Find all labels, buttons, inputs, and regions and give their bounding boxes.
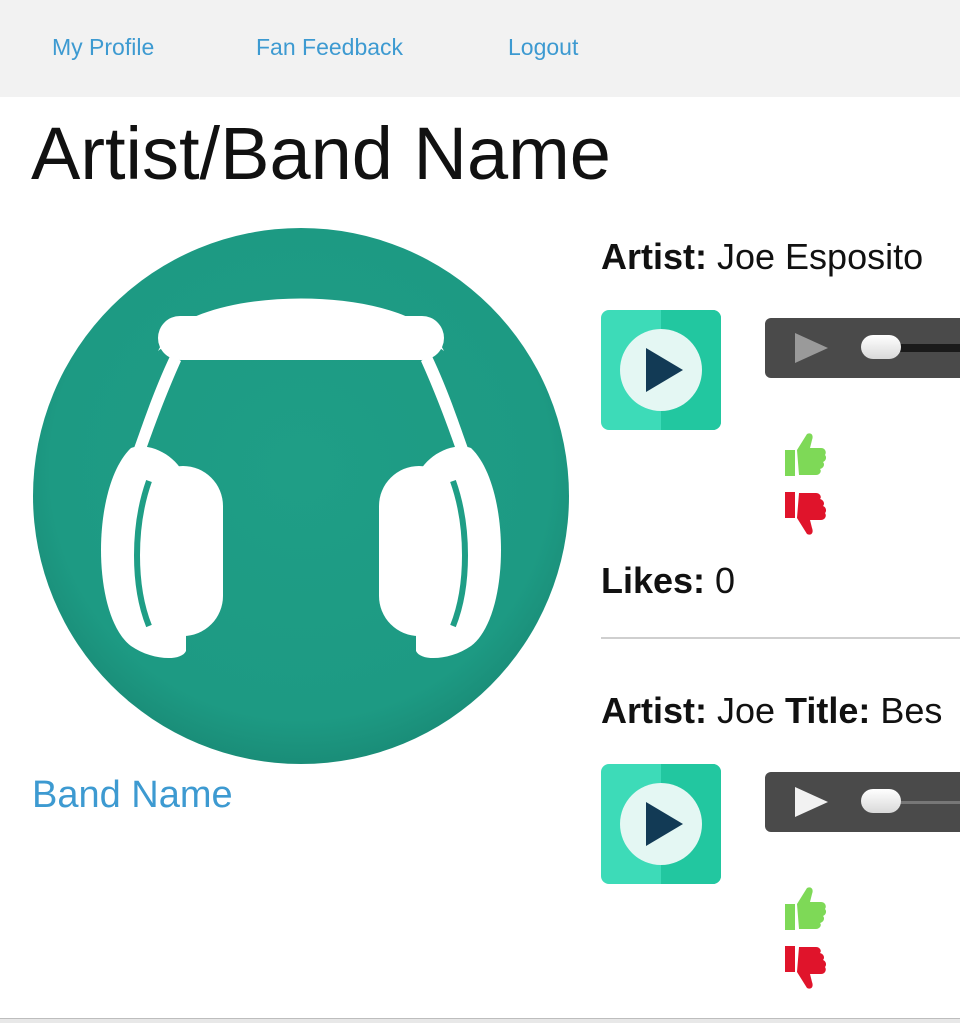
likes-value: 0 <box>705 560 736 596</box>
nav-my-profile[interactable]: My Profile <box>52 32 154 62</box>
title-value: Bes <box>870 690 943 731</box>
audio-play-icon[interactable] <box>795 787 828 817</box>
song-entry: Artist: Joe Title: Bes Likes: 0 <box>601 690 960 1023</box>
thumbs-down-icon[interactable] <box>777 488 829 540</box>
song-divider <box>601 637 960 639</box>
audio-play-icon[interactable] <box>795 333 828 363</box>
nav-logout[interactable]: Logout <box>508 32 578 62</box>
song-entry: Artist: Joe Esposito Likes: 0 <box>601 236 960 596</box>
audio-scrub-handle[interactable] <box>861 789 901 813</box>
thumbs-up-icon[interactable] <box>777 882 829 934</box>
page: My Profile Fan Feedback Logout Artist/Ba… <box>0 0 960 1023</box>
play-tile-icon[interactable] <box>601 764 721 884</box>
likes-count: Likes: 0 <box>601 560 735 596</box>
thumbs-down-icon[interactable] <box>777 942 829 994</box>
artist-value: Joe Esposito <box>707 236 924 277</box>
title-label: Title: <box>785 690 871 731</box>
song-meta: Artist: Joe Esposito <box>601 236 923 278</box>
audio-scrub-handle[interactable] <box>861 335 901 359</box>
artist-value: Joe <box>707 690 786 731</box>
song-meta: Artist: Joe Title: Bes <box>601 690 942 732</box>
thumbs-up-icon[interactable] <box>777 428 829 480</box>
top-nav: My Profile Fan Feedback Logout <box>0 0 960 97</box>
page-title: Artist/Band Name <box>31 112 611 195</box>
viewport-bottom-edge <box>0 1018 960 1023</box>
band-name-link[interactable]: Band Name <box>32 772 233 818</box>
likes-label: Likes: <box>601 560 706 596</box>
artist-label: Artist: <box>601 236 707 277</box>
audio-player[interactable] <box>765 772 960 832</box>
artist-label: Artist: <box>601 690 707 731</box>
play-tile-icon[interactable] <box>601 310 721 430</box>
headphones-icon <box>33 228 569 764</box>
audio-player[interactable] <box>765 318 960 378</box>
nav-fan-feedback[interactable]: Fan Feedback <box>256 32 403 62</box>
